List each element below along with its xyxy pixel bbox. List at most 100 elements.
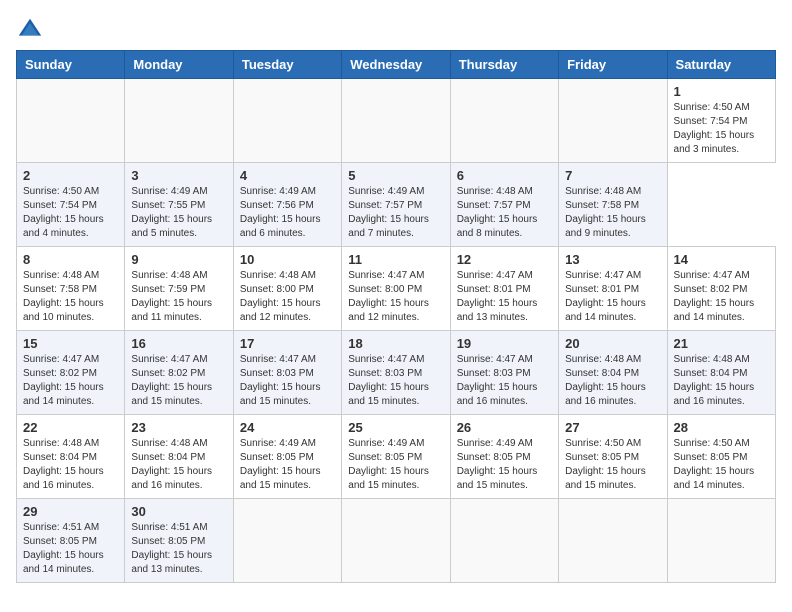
empty-cell bbox=[667, 499, 775, 583]
day-number: 24 bbox=[240, 420, 335, 435]
day-number: 10 bbox=[240, 252, 335, 267]
day-number: 30 bbox=[131, 504, 226, 519]
day-info: Sunrise: 4:48 AMSunset: 8:04 PMDaylight:… bbox=[565, 353, 660, 409]
day-cell-24: 24 Sunrise: 4:49 AMSunset: 8:05 PMDaylig… bbox=[233, 415, 341, 499]
day-number: 27 bbox=[565, 420, 660, 435]
day-info: Sunrise: 4:48 AMSunset: 8:00 PMDaylight:… bbox=[240, 269, 335, 325]
day-cell-16: 16 Sunrise: 4:47 AMSunset: 8:02 PMDaylig… bbox=[125, 331, 233, 415]
day-cell-1: 1 Sunrise: 4:50 AMSunset: 7:54 PMDayligh… bbox=[667, 79, 775, 163]
day-number: 4 bbox=[240, 168, 335, 183]
day-number: 21 bbox=[674, 336, 769, 351]
day-number: 25 bbox=[348, 420, 443, 435]
day-number: 23 bbox=[131, 420, 226, 435]
day-number: 20 bbox=[565, 336, 660, 351]
week-row-4: 15 Sunrise: 4:47 AMSunset: 8:02 PMDaylig… bbox=[17, 331, 776, 415]
day-cell-14: 14 Sunrise: 4:47 AMSunset: 8:02 PMDaylig… bbox=[667, 247, 775, 331]
day-number: 18 bbox=[348, 336, 443, 351]
day-number: 9 bbox=[131, 252, 226, 267]
empty-cell bbox=[559, 499, 667, 583]
day-number: 7 bbox=[565, 168, 660, 183]
day-cell-13: 13 Sunrise: 4:47 AMSunset: 8:01 PMDaylig… bbox=[559, 247, 667, 331]
day-cell-8: 8 Sunrise: 4:48 AMSunset: 7:58 PMDayligh… bbox=[17, 247, 125, 331]
day-info: Sunrise: 4:48 AMSunset: 7:58 PMDaylight:… bbox=[23, 269, 118, 325]
day-info: Sunrise: 4:50 AMSunset: 8:05 PMDaylight:… bbox=[565, 437, 660, 493]
day-number: 1 bbox=[674, 84, 769, 99]
day-info: Sunrise: 4:47 AMSunset: 8:00 PMDaylight:… bbox=[348, 269, 443, 325]
day-cell-3: 3 Sunrise: 4:49 AMSunset: 7:55 PMDayligh… bbox=[125, 163, 233, 247]
day-header-wednesday: Wednesday bbox=[342, 51, 450, 79]
day-cell-20: 20 Sunrise: 4:48 AMSunset: 8:04 PMDaylig… bbox=[559, 331, 667, 415]
day-cell-2: 2 Sunrise: 4:50 AMSunset: 7:54 PMDayligh… bbox=[17, 163, 125, 247]
day-number: 2 bbox=[23, 168, 118, 183]
day-number: 13 bbox=[565, 252, 660, 267]
day-info: Sunrise: 4:50 AMSunset: 7:54 PMDaylight:… bbox=[23, 185, 118, 241]
day-number: 3 bbox=[131, 168, 226, 183]
day-cell-12: 12 Sunrise: 4:47 AMSunset: 8:01 PMDaylig… bbox=[450, 247, 558, 331]
day-info: Sunrise: 4:50 AMSunset: 8:05 PMDaylight:… bbox=[674, 437, 769, 493]
day-number: 19 bbox=[457, 336, 552, 351]
day-cell-17: 17 Sunrise: 4:47 AMSunset: 8:03 PMDaylig… bbox=[233, 331, 341, 415]
day-header-thursday: Thursday bbox=[450, 51, 558, 79]
day-number: 8 bbox=[23, 252, 118, 267]
day-info: Sunrise: 4:47 AMSunset: 8:01 PMDaylight:… bbox=[565, 269, 660, 325]
empty-cell bbox=[125, 79, 233, 163]
day-cell-29: 29 Sunrise: 4:51 AMSunset: 8:05 PMDaylig… bbox=[17, 499, 125, 583]
day-number: 22 bbox=[23, 420, 118, 435]
day-cell-15: 15 Sunrise: 4:47 AMSunset: 8:02 PMDaylig… bbox=[17, 331, 125, 415]
day-cell-11: 11 Sunrise: 4:47 AMSunset: 8:00 PMDaylig… bbox=[342, 247, 450, 331]
day-info: Sunrise: 4:49 AMSunset: 7:55 PMDaylight:… bbox=[131, 185, 226, 241]
week-row-5: 22 Sunrise: 4:48 AMSunset: 8:04 PMDaylig… bbox=[17, 415, 776, 499]
day-number: 11 bbox=[348, 252, 443, 267]
day-info: Sunrise: 4:49 AMSunset: 7:56 PMDaylight:… bbox=[240, 185, 335, 241]
day-cell-21: 21 Sunrise: 4:48 AMSunset: 8:04 PMDaylig… bbox=[667, 331, 775, 415]
day-number: 14 bbox=[674, 252, 769, 267]
day-info: Sunrise: 4:51 AMSunset: 8:05 PMDaylight:… bbox=[131, 521, 226, 577]
day-cell-26: 26 Sunrise: 4:49 AMSunset: 8:05 PMDaylig… bbox=[450, 415, 558, 499]
page-header bbox=[16, 16, 776, 44]
day-info: Sunrise: 4:51 AMSunset: 8:05 PMDaylight:… bbox=[23, 521, 118, 577]
day-number: 28 bbox=[674, 420, 769, 435]
day-info: Sunrise: 4:48 AMSunset: 7:57 PMDaylight:… bbox=[457, 185, 552, 241]
empty-cell bbox=[450, 79, 558, 163]
day-cell-23: 23 Sunrise: 4:48 AMSunset: 8:04 PMDaylig… bbox=[125, 415, 233, 499]
day-number: 16 bbox=[131, 336, 226, 351]
day-cell-27: 27 Sunrise: 4:50 AMSunset: 8:05 PMDaylig… bbox=[559, 415, 667, 499]
day-cell-4: 4 Sunrise: 4:49 AMSunset: 7:56 PMDayligh… bbox=[233, 163, 341, 247]
day-info: Sunrise: 4:47 AMSunset: 8:03 PMDaylight:… bbox=[457, 353, 552, 409]
empty-cell bbox=[450, 499, 558, 583]
day-header-friday: Friday bbox=[559, 51, 667, 79]
day-info: Sunrise: 4:49 AMSunset: 8:05 PMDaylight:… bbox=[457, 437, 552, 493]
day-info: Sunrise: 4:47 AMSunset: 8:03 PMDaylight:… bbox=[240, 353, 335, 409]
week-row-3: 8 Sunrise: 4:48 AMSunset: 7:58 PMDayligh… bbox=[17, 247, 776, 331]
day-cell-5: 5 Sunrise: 4:49 AMSunset: 7:57 PMDayligh… bbox=[342, 163, 450, 247]
logo bbox=[16, 16, 48, 44]
empty-cell bbox=[17, 79, 125, 163]
empty-cell bbox=[233, 499, 341, 583]
day-number: 6 bbox=[457, 168, 552, 183]
day-cell-30: 30 Sunrise: 4:51 AMSunset: 8:05 PMDaylig… bbox=[125, 499, 233, 583]
day-info: Sunrise: 4:48 AMSunset: 8:04 PMDaylight:… bbox=[131, 437, 226, 493]
day-cell-9: 9 Sunrise: 4:48 AMSunset: 7:59 PMDayligh… bbox=[125, 247, 233, 331]
day-header-sunday: Sunday bbox=[17, 51, 125, 79]
week-row-6: 29 Sunrise: 4:51 AMSunset: 8:05 PMDaylig… bbox=[17, 499, 776, 583]
calendar-header-row: SundayMondayTuesdayWednesdayThursdayFrid… bbox=[17, 51, 776, 79]
day-header-monday: Monday bbox=[125, 51, 233, 79]
day-cell-10: 10 Sunrise: 4:48 AMSunset: 8:00 PMDaylig… bbox=[233, 247, 341, 331]
day-info: Sunrise: 4:47 AMSunset: 8:02 PMDaylight:… bbox=[131, 353, 226, 409]
day-number: 5 bbox=[348, 168, 443, 183]
day-cell-7: 7 Sunrise: 4:48 AMSunset: 7:58 PMDayligh… bbox=[559, 163, 667, 247]
empty-cell bbox=[559, 79, 667, 163]
day-number: 15 bbox=[23, 336, 118, 351]
day-number: 26 bbox=[457, 420, 552, 435]
calendar: SundayMondayTuesdayWednesdayThursdayFrid… bbox=[16, 50, 776, 583]
day-number: 12 bbox=[457, 252, 552, 267]
logo-icon bbox=[16, 16, 44, 44]
week-row-1: 1 Sunrise: 4:50 AMSunset: 7:54 PMDayligh… bbox=[17, 79, 776, 163]
day-info: Sunrise: 4:47 AMSunset: 8:01 PMDaylight:… bbox=[457, 269, 552, 325]
day-info: Sunrise: 4:49 AMSunset: 8:05 PMDaylight:… bbox=[240, 437, 335, 493]
day-info: Sunrise: 4:48 AMSunset: 8:04 PMDaylight:… bbox=[674, 353, 769, 409]
day-cell-6: 6 Sunrise: 4:48 AMSunset: 7:57 PMDayligh… bbox=[450, 163, 558, 247]
day-number: 29 bbox=[23, 504, 118, 519]
day-info: Sunrise: 4:47 AMSunset: 8:02 PMDaylight:… bbox=[674, 269, 769, 325]
day-cell-18: 18 Sunrise: 4:47 AMSunset: 8:03 PMDaylig… bbox=[342, 331, 450, 415]
